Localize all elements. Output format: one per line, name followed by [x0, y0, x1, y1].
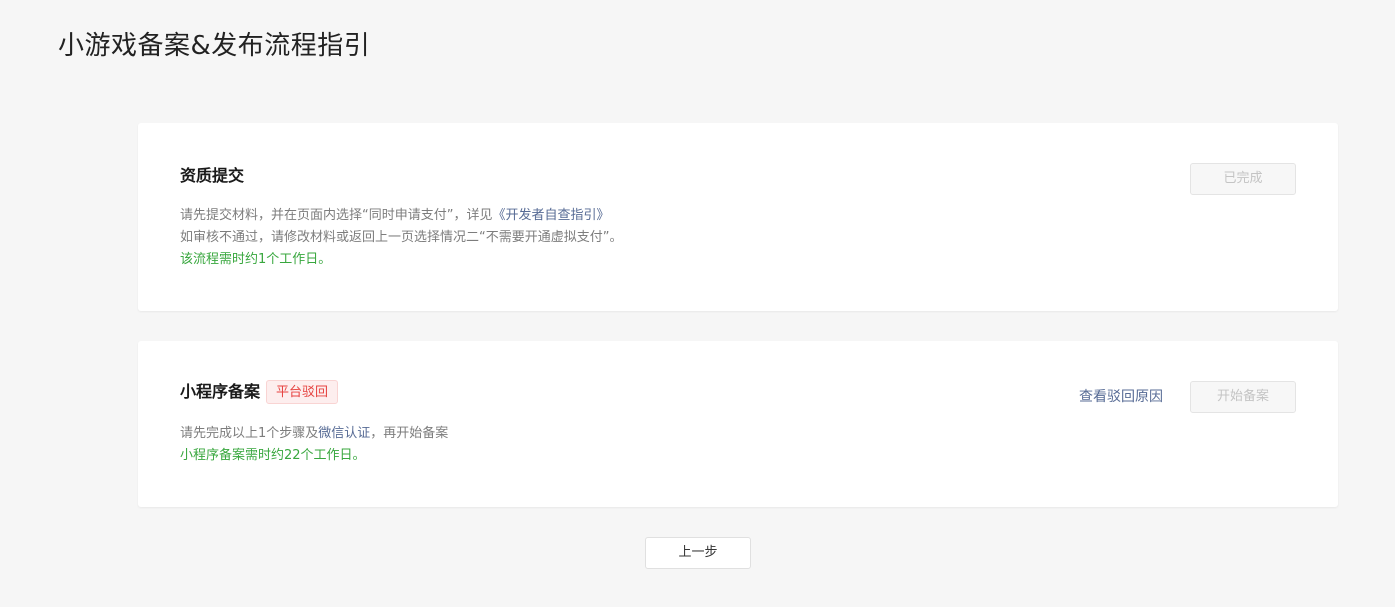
desc-text: 请先提交材料，并在页面内选择“同时申请支付”，详见 [180, 208, 493, 223]
duration-note: 小程序备案需时约22个工作日。 [180, 448, 366, 463]
view-reject-reason-link[interactable]: 查看驳回原因 [1079, 387, 1163, 407]
page-title: 小游戏备案&发布流程指引 [58, 31, 371, 61]
prev-step-button[interactable]: 上一步 [645, 537, 751, 569]
card-title: 小程序备案 [180, 382, 261, 401]
card-title-row: 资质提交 [180, 164, 244, 188]
desc-line-2: 如审核不通过，请修改材料或返回上一页选择情况二“不需要开通虚拟支付”。 [180, 230, 623, 245]
self-check-guide-link[interactable]: 《开发者自查指引》 [492, 208, 609, 223]
desc-line-1: 请先完成以上1个步骤及微信认证，再开始备案 [180, 423, 448, 445]
card-description: 请先完成以上1个步骤及微信认证，再开始备案 小程序备案需时约22个工作日。 [180, 423, 448, 467]
card-description: 请先提交材料，并在页面内选择“同时申请支付”，详见《开发者自查指引》 如审核不通… [180, 205, 622, 271]
completed-button[interactable]: 已完成 [1190, 163, 1296, 195]
desc-text: 请先完成以上1个步骤及 [180, 426, 319, 441]
desc-line-1: 请先提交材料，并在页面内选择“同时申请支付”，详见《开发者自查指引》 [180, 205, 622, 227]
status-badge: 平台驳回 [266, 380, 339, 404]
wechat-verification-link[interactable]: 微信认证 [318, 426, 370, 441]
desc-text: ，再开始备案 [370, 426, 449, 441]
miniprogram-filing-card: 小程序备案 平台驳回 请先完成以上1个步骤及微信认证，再开始备案 小程序备案需时… [138, 341, 1338, 507]
duration-note: 该流程需时约1个工作日。 [180, 252, 332, 267]
start-filing-button[interactable]: 开始备案 [1190, 381, 1296, 413]
card-title-row: 小程序备案 平台驳回 [180, 380, 339, 404]
card-title: 资质提交 [180, 166, 245, 185]
qualification-card: 资质提交 请先提交材料，并在页面内选择“同时申请支付”，详见《开发者自查指引》 … [138, 123, 1338, 311]
